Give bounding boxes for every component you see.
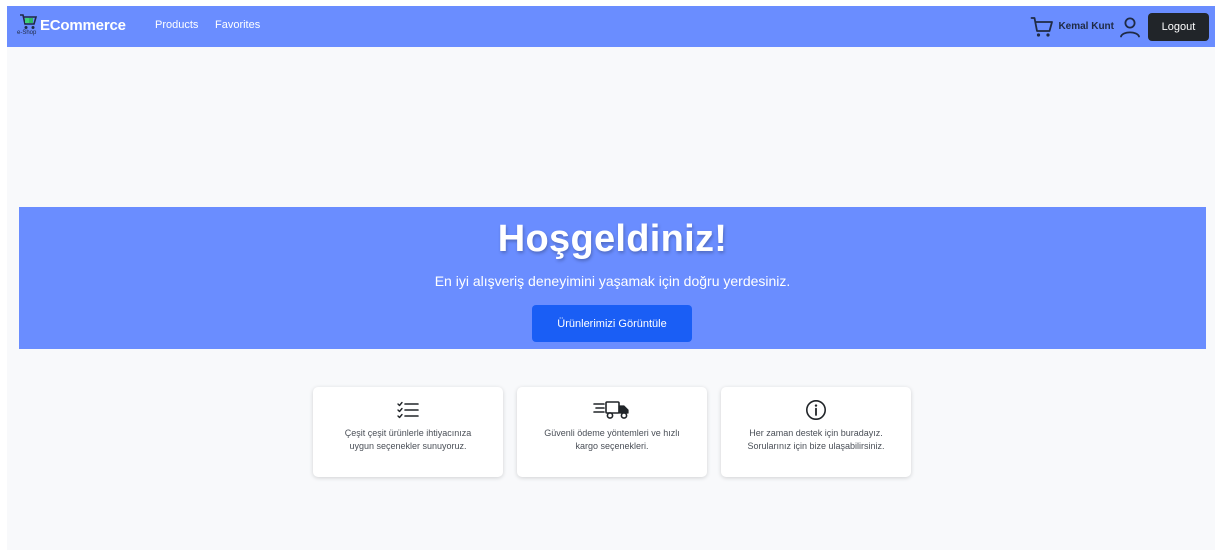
- feature-card-line: Çeşit çeşit ürünlerle ihtiyacınıza: [344, 428, 472, 438]
- cart-icon[interactable]: [1029, 15, 1055, 39]
- feature-card-line: Güvenli ödeme yöntemleri ve hızlı: [544, 428, 680, 438]
- brand-name: ECommerce: [40, 16, 126, 34]
- navbar-user-area: Kemal Kunt Logout: [1029, 12, 1209, 41]
- hero-banner: Hoşgeldiniz! En iyi alışveriş deneyimini…: [19, 207, 1206, 349]
- page: e-Shop ECommerce Products Favorites Kema…: [0, 0, 1221, 552]
- user-name: Kemal Kunt: [1058, 21, 1114, 32]
- feature-card-line: kargo seçenekleri.: [575, 441, 649, 451]
- hero-subtitle: En iyi alışveriş deneyimini yaşamak için…: [434, 273, 791, 289]
- feature-card-line: Sorularınız için bize ulaşabilirsiniz.: [747, 441, 885, 451]
- fast-delivery-truck-icon: [517, 399, 707, 421]
- brand-logo-caption: e-Shop: [17, 30, 37, 36]
- nav-link-products[interactable]: Products: [155, 19, 198, 31]
- user-profile-icon[interactable]: [1118, 15, 1142, 39]
- navbar: e-Shop ECommerce Products Favorites Kema…: [7, 6, 1215, 47]
- info-circle-icon: [721, 399, 911, 421]
- checklist-icon: [313, 399, 503, 421]
- feature-card-line: Her zaman destek için buradayız.: [749, 428, 883, 438]
- feature-card-text: Her zaman destek için buradayız. Sorular…: [731, 427, 901, 453]
- nav-link-favorites[interactable]: Favorites: [215, 19, 260, 31]
- feature-card-support: Her zaman destek için buradayız. Sorular…: [721, 387, 911, 477]
- feature-card-line: uygun seçenekler sunuyoruz.: [349, 441, 467, 451]
- logout-button[interactable]: Logout: [1148, 12, 1209, 41]
- feature-card-text: Güvenli ödeme yöntemleri ve hızlı kargo …: [527, 427, 697, 453]
- shop-cart-logo-icon: e-Shop: [17, 13, 38, 37]
- hero-title: Hoşgeldiniz!: [497, 218, 728, 260]
- feature-card-text: Çeşit çeşit ürünlerle ihtiyacınıza uygun…: [323, 427, 493, 453]
- app-viewport: e-Shop ECommerce Products Favorites Kema…: [7, 6, 1215, 550]
- feature-card-products: Çeşit çeşit ürünlerle ihtiyacınıza uygun…: [313, 387, 503, 477]
- view-products-button[interactable]: Ürünlerimizi Görüntüle: [532, 305, 692, 342]
- feature-card-shipping: Güvenli ödeme yöntemleri ve hızlı kargo …: [517, 387, 707, 477]
- brand-link[interactable]: e-Shop ECommerce: [17, 13, 126, 37]
